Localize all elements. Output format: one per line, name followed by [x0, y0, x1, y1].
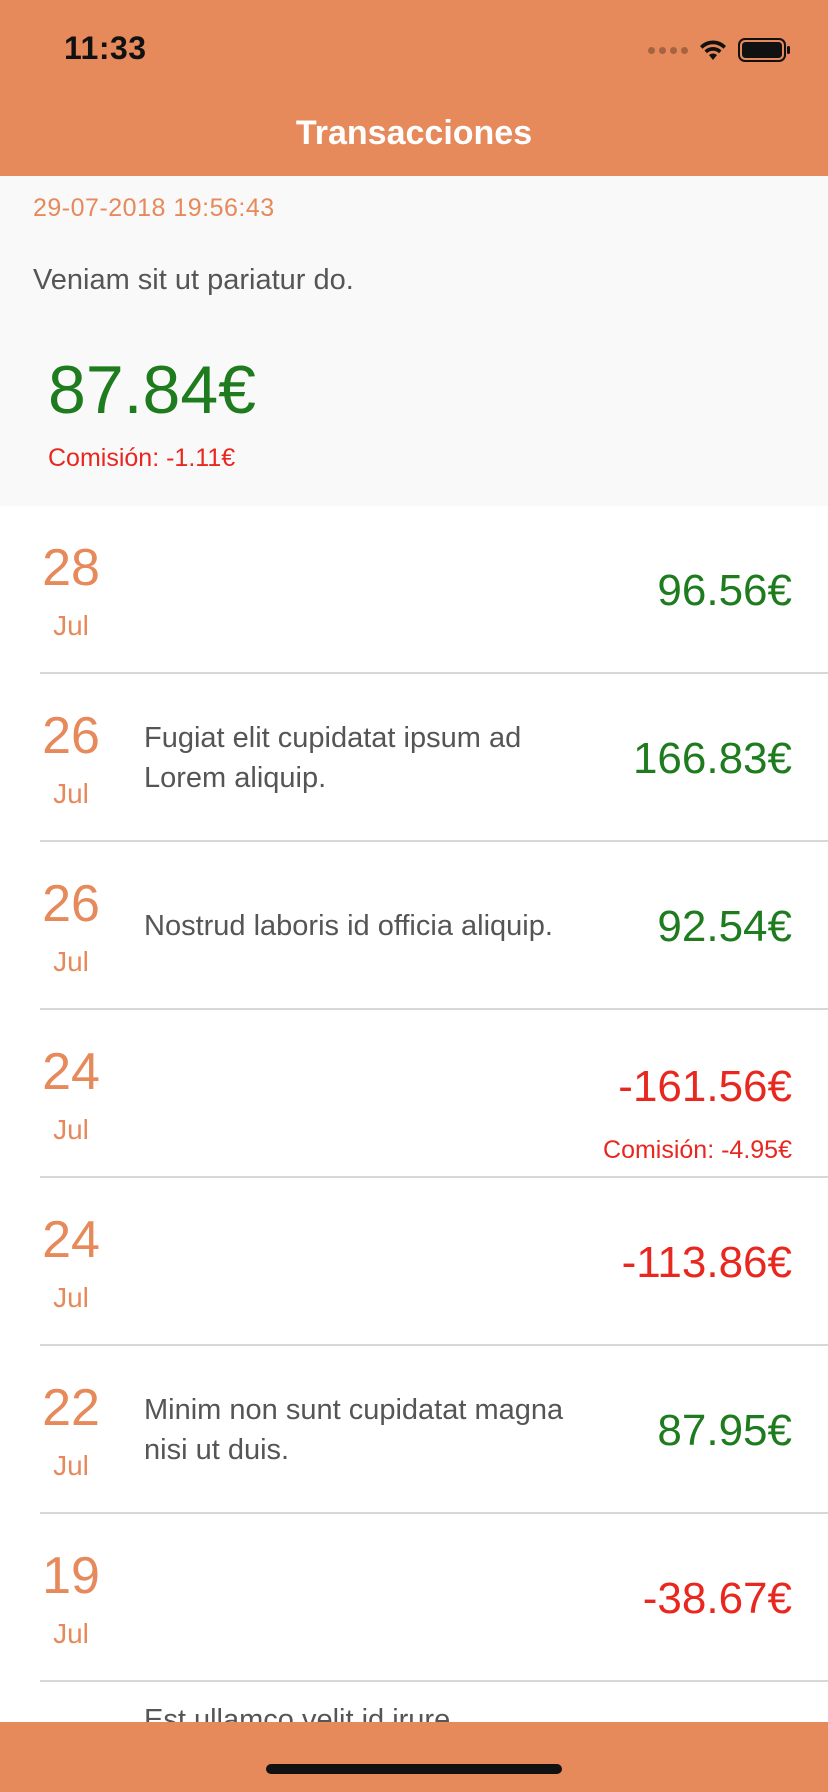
- transaction-row[interactable]: 24 Jul -113.86€: [0, 1178, 828, 1346]
- row-divider: [40, 1680, 828, 1682]
- transaction-month: Jul: [53, 946, 89, 977]
- transaction-day: 26: [42, 875, 100, 933]
- transaction-amount: 92.54€: [657, 902, 792, 951]
- transaction-amount: -161.56€: [618, 1062, 792, 1111]
- header-amount: 87.84€: [48, 352, 256, 428]
- transaction-day: 26: [42, 707, 100, 765]
- transaction-row[interactable]: 19 Jul -38.67€: [0, 1514, 828, 1682]
- transaction-list[interactable]: 28 Jul 96.56€ 26 Jul Fugiat elit cupidat…: [0, 506, 828, 1682]
- transaction-amount: 96.56€: [657, 566, 792, 615]
- wifi-icon: [698, 38, 728, 62]
- transaction-row[interactable]: 26 Jul Nostrud laboris id officia aliqui…: [0, 842, 828, 1010]
- transaction-day: 24: [42, 1211, 100, 1269]
- transaction-row[interactable]: 22 Jul Minim non sunt cupidatat magna ni…: [0, 1346, 828, 1514]
- battery-icon: [738, 37, 792, 63]
- transaction-row[interactable]: 28 Jul 96.56€: [0, 506, 828, 674]
- transaction-day: 28: [42, 539, 100, 597]
- transaction-month: Jul: [53, 1450, 89, 1481]
- transaction-description-wrap: Minim non sunt cupidatat magna nisi ut d…: [144, 1346, 604, 1514]
- transaction-description: Minim non sunt cupidatat magna nisi ut d…: [144, 1394, 564, 1466]
- transaction-fee: Comisión: -4.95€: [603, 1136, 792, 1164]
- header-description: Veniam sit ut pariatur do.: [33, 264, 354, 296]
- transaction-month: Jul: [53, 1618, 89, 1649]
- transaction-amount: 87.95€: [657, 1406, 792, 1455]
- transaction-amount: 166.83€: [632, 734, 792, 783]
- transaction-month: Jul: [53, 1282, 89, 1313]
- header-date: 29-07-2018 19:56:43: [33, 194, 275, 222]
- transaction-description: Fugiat elit cupidatat ipsum ad Lorem ali…: [144, 722, 522, 794]
- transaction-month: Jul: [53, 778, 89, 809]
- transaction-row[interactable]: 24 Jul -161.56€ Comisión: -4.95€: [0, 1010, 828, 1178]
- transaction-row[interactable]: 26 Jul Fugiat elit cupidatat ipsum ad Lo…: [0, 674, 828, 842]
- transaction-month: Jul: [53, 610, 89, 641]
- status-time: 11:33: [64, 30, 147, 66]
- transaction-amount: -113.86€: [621, 1238, 792, 1287]
- transaction-month: Jul: [53, 1114, 89, 1145]
- transaction-description: Nostrud laboris id officia aliquip.: [144, 910, 553, 942]
- home-indicator[interactable]: [266, 1764, 562, 1774]
- transaction-detail-header[interactable]: 29-07-2018 19:56:43 Veniam sit ut pariat…: [0, 176, 828, 506]
- cellular-signal-icon: [648, 46, 688, 54]
- transaction-day: 19: [42, 1547, 100, 1605]
- navigation-bar: Transacciones: [0, 100, 828, 176]
- transaction-description-wrap: Fugiat elit cupidatat ipsum ad Lorem ali…: [144, 674, 604, 842]
- transaction-amount: -38.67€: [642, 1574, 792, 1623]
- header-fee: Comisión: -1.11€: [48, 444, 236, 472]
- page-title: Transacciones: [295, 114, 533, 152]
- transaction-day: 24: [42, 1043, 100, 1101]
- transaction-description-wrap: Nostrud laboris id officia aliquip.: [144, 842, 604, 1010]
- status-bar: 11:33: [0, 0, 828, 100]
- transaction-day: 22: [42, 1379, 100, 1437]
- bottom-bar: [0, 1722, 828, 1792]
- status-icons: [648, 36, 792, 64]
